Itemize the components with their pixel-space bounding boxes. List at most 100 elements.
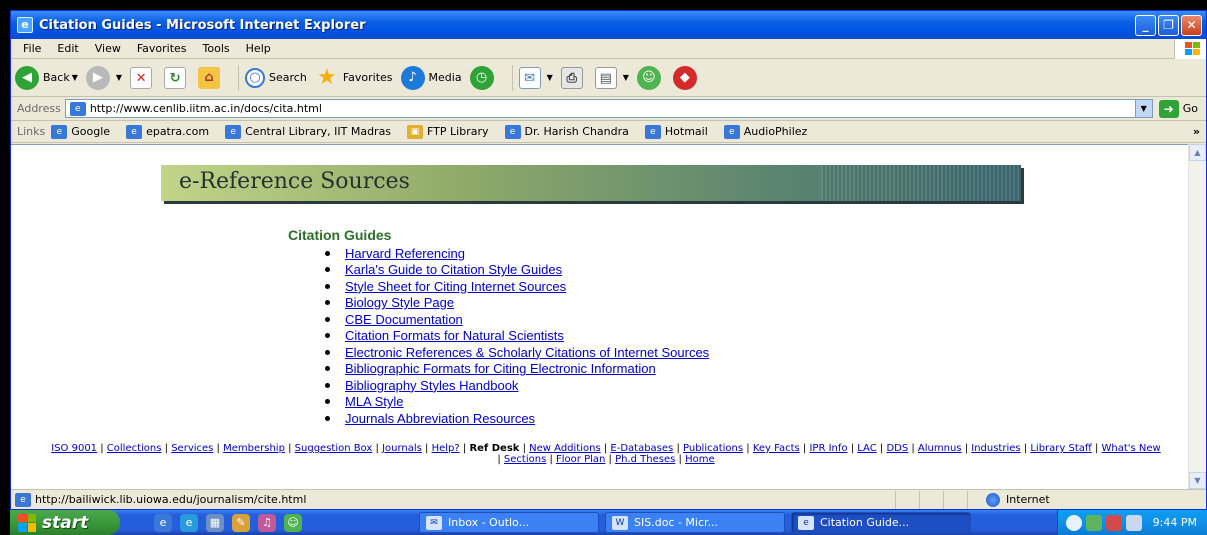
guide-link[interactable]: Biology Style Page — [345, 295, 454, 310]
more-links-chevron-icon[interactable]: » — [1193, 125, 1200, 138]
menu-file[interactable]: File — [15, 42, 49, 55]
page-icon: e — [225, 124, 242, 139]
ie-icon: e — [798, 515, 814, 530]
chevron-down-icon[interactable]: ▼ — [72, 73, 78, 82]
footer-navigation: ISO 9001 | Collections | Services | Memb… — [51, 443, 1161, 465]
link-audiophilez[interactable]: e AudioPhilez — [723, 124, 807, 139]
security-zone: Internet — [967, 490, 1206, 509]
footer-link-membership[interactable]: Membership — [223, 443, 285, 454]
browser-icon[interactable]: e — [180, 513, 198, 532]
footer-link-services[interactable]: Services — [171, 443, 213, 454]
footer-link-e-databases[interactable]: E-Databases — [610, 443, 673, 454]
minimize-button[interactable]: _ — [1135, 14, 1156, 36]
search-button[interactable]: ○ Search — [245, 67, 307, 88]
task-word[interactable]: W SIS.doc - Micr... — [605, 512, 785, 533]
footer-link-lac[interactable]: LAC — [857, 443, 876, 454]
task-outlook[interactable]: ✉ Inbox - Outlo... — [419, 512, 599, 533]
guide-link[interactable]: Bibliography Styles Handbook — [345, 378, 518, 393]
footer-link-industries[interactable]: Industries — [971, 443, 1020, 454]
menu-favorites[interactable]: Favorites — [129, 42, 195, 55]
link-central-library[interactable]: e Central Library, IIT Madras — [225, 124, 392, 139]
menu-view[interactable]: View — [87, 42, 129, 55]
chevron-down-icon[interactable]: ▼ — [1134, 100, 1152, 117]
footer-link-publications[interactable]: Publications — [683, 443, 743, 454]
desktop-icon[interactable]: ▦ — [206, 513, 224, 532]
messenger-button[interactable]: ☺ — [636, 65, 665, 90]
close-button[interactable]: ✕ — [1181, 14, 1202, 36]
media-player-icon[interactable]: ♫ — [258, 513, 276, 532]
chevron-down-icon[interactable]: ▼ — [623, 73, 629, 82]
bullet-icon — [325, 283, 330, 289]
address-url[interactable]: http://www.cenlib.iitm.ac.in/docs/cita.h… — [90, 102, 322, 115]
bullet-icon — [325, 316, 330, 322]
research-button[interactable]: ◆ — [672, 65, 701, 90]
media-button[interactable]: ♪ Media — [400, 65, 462, 90]
link-label: Central Library, IIT Madras — [245, 125, 392, 138]
forward-button[interactable]: ▶ ▼ — [85, 65, 122, 90]
guide-link[interactable]: CBE Documentation — [345, 312, 463, 327]
footer-link-collections[interactable]: Collections — [107, 443, 162, 454]
address-input[interactable]: e http://www.cenlib.iitm.ac.in/docs/cita… — [64, 99, 1153, 118]
footer-link-phd-theses[interactable]: Ph.d Theses — [615, 454, 675, 465]
menu-tools[interactable]: Tools — [195, 42, 238, 55]
print-button[interactable]: ⎙ — [560, 66, 587, 89]
link-ftp-library[interactable]: ▣ FTP Library — [407, 124, 489, 139]
antivirus-icon[interactable] — [1106, 514, 1122, 531]
start-button[interactable]: start — [10, 510, 120, 535]
footer-link-dds[interactable]: DDS — [886, 443, 908, 454]
footer-link-ipr-info[interactable]: IPR Info — [809, 443, 847, 454]
scroll-down-icon[interactable]: ▼ — [1189, 472, 1206, 489]
footer-link-key-facts[interactable]: Key Facts — [753, 443, 800, 454]
footer-link-whats-new[interactable]: What's New — [1102, 443, 1161, 454]
refresh-button[interactable]: ↻ — [164, 66, 190, 89]
footer-link-floor-plan[interactable]: Floor Plan — [556, 454, 605, 465]
history-button[interactable]: ◷ — [469, 65, 498, 90]
link-epatra[interactable]: e epatra.com — [126, 124, 209, 139]
footer-link-new-additions[interactable]: New Additions — [529, 443, 601, 454]
back-button[interactable]: ◀ Back ▼ — [15, 65, 78, 90]
footer-link-help[interactable]: Help? — [432, 443, 460, 454]
guide-link[interactable]: Bibliographic Formats for Citing Electro… — [345, 361, 656, 376]
footer-link-home[interactable]: Home — [685, 454, 715, 465]
edit-button[interactable]: ▤ ▼ — [594, 66, 629, 89]
footer-link-sections[interactable]: Sections — [504, 454, 546, 465]
list-item: Electronic References & Scholarly Citati… — [325, 344, 709, 361]
go-label: Go — [1182, 102, 1198, 115]
messenger-icon[interactable]: ☺ — [284, 513, 302, 532]
footer-link-library-staff[interactable]: Library Staff — [1030, 443, 1091, 454]
link-hotmail[interactable]: e Hotmail — [644, 124, 708, 139]
chevron-down-icon[interactable]: ▼ — [547, 73, 553, 82]
footer-link-iso[interactable]: ISO 9001 — [51, 443, 97, 454]
footer-link-suggestion-box[interactable]: Suggestion Box — [295, 443, 373, 454]
task-internet-explorer[interactable]: e Citation Guide... — [791, 512, 971, 533]
tray-arrow-icon[interactable] — [1066, 514, 1082, 531]
guide-link[interactable]: Journals Abbreviation Resources — [345, 411, 535, 426]
chevron-down-icon[interactable]: ▼ — [116, 73, 122, 82]
link-harish-chandra[interactable]: e Dr. Harish Chandra — [504, 124, 629, 139]
vertical-scrollbar[interactable]: ▲ ▼ — [1188, 144, 1206, 489]
link-google[interactable]: e Google — [51, 124, 110, 139]
favorites-button[interactable]: ★ Favorites — [315, 65, 393, 90]
mail-button[interactable]: ✉ ▼ — [518, 66, 553, 89]
guide-link[interactable]: Harvard Referencing — [345, 246, 465, 261]
address-label: Address — [17, 102, 61, 115]
guide-link[interactable]: Citation Formats for Natural Scientists — [345, 328, 564, 343]
footer-link-alumnus[interactable]: Alumnus — [918, 443, 962, 454]
monitor-icon[interactable] — [1126, 514, 1142, 531]
menu-help[interactable]: Help — [238, 42, 279, 55]
tools-icon[interactable]: ✎ — [232, 513, 250, 532]
go-button[interactable]: ➜ Go — [1158, 99, 1198, 118]
title-bar[interactable]: e Citation Guides - Microsoft Internet E… — [11, 11, 1206, 39]
guide-link[interactable]: MLA Style — [345, 394, 404, 409]
footer-link-journals[interactable]: Journals — [382, 443, 422, 454]
restore-button[interactable]: ❐ — [1158, 14, 1179, 36]
network-icon[interactable] — [1086, 514, 1102, 531]
ie-icon[interactable]: e — [154, 513, 172, 532]
guide-link[interactable]: Style Sheet for Citing Internet Sources — [345, 279, 566, 294]
guide-link[interactable]: Karla's Guide to Citation Style Guides — [345, 262, 562, 277]
home-button[interactable]: ⌂ — [198, 66, 224, 89]
scroll-up-icon[interactable]: ▲ — [1189, 144, 1206, 161]
menu-edit[interactable]: Edit — [49, 42, 86, 55]
stop-button[interactable]: ✕ — [130, 66, 156, 89]
guide-link[interactable]: Electronic References & Scholarly Citati… — [345, 345, 709, 360]
